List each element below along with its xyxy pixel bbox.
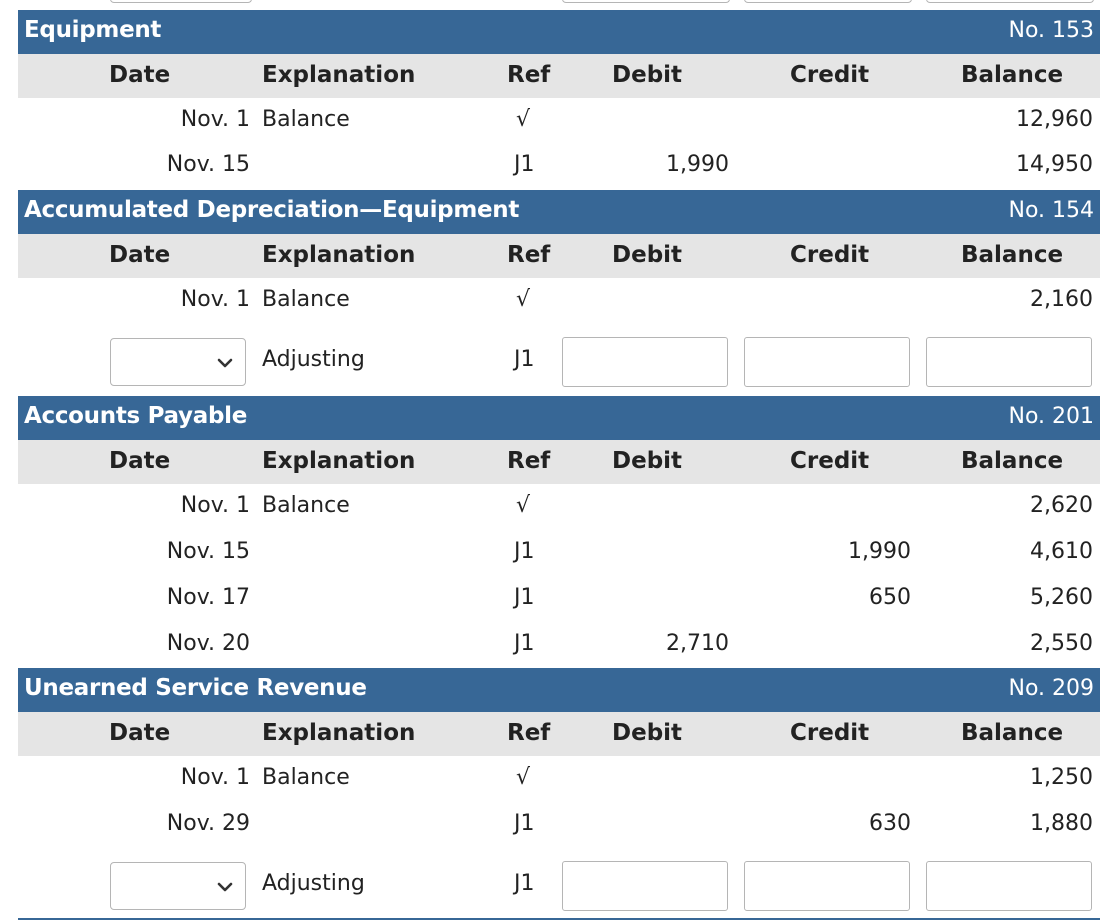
ledger-title-bar: Unearned Service Revenue No. 209: [18, 668, 1100, 712]
col-ref: Ref: [507, 242, 551, 268]
row-balance: 2,550: [1030, 631, 1093, 656]
col-date: Date: [109, 720, 171, 746]
account-name: Accounts Payable: [24, 403, 248, 429]
row-ref: J1: [514, 539, 535, 564]
col-date: Date: [109, 62, 171, 88]
account-number: No. 201: [1008, 404, 1094, 429]
ledger-title-bar: Accounts Payable No. 201: [18, 396, 1100, 440]
col-ref: Ref: [507, 720, 551, 746]
row-credit: 1,990: [848, 539, 911, 564]
section-divider: [18, 918, 1100, 920]
row-balance: 1,250: [1030, 765, 1093, 790]
row-explanation: Balance: [262, 107, 350, 132]
row-date: Nov. 15: [166, 152, 250, 177]
row-ref: J1: [514, 585, 535, 610]
account-number: No. 209: [1008, 676, 1094, 701]
row-ref: J1: [514, 631, 535, 656]
account-number: No. 154: [1008, 198, 1094, 223]
debit-input[interactable]: [562, 337, 728, 387]
column-header-row: Date Explanation Ref Debit Credit Balanc…: [18, 712, 1100, 756]
col-credit: Credit: [790, 242, 870, 268]
col-explanation: Explanation: [262, 242, 416, 268]
row-balance: 4,610: [1030, 539, 1093, 564]
col-credit: Credit: [790, 62, 870, 88]
chevron-down-icon: [217, 882, 233, 892]
row-ref: J1: [514, 811, 535, 836]
row-ref: J1: [514, 871, 535, 896]
col-explanation: Explanation: [262, 448, 416, 474]
account-name: Unearned Service Revenue: [24, 675, 367, 701]
row-ref: √: [516, 287, 531, 312]
row-balance: 14,950: [1016, 152, 1093, 177]
row-balance: 2,160: [1030, 287, 1093, 312]
ledger-title-bar: Equipment No. 153: [18, 10, 1100, 54]
row-date: Nov. 17: [166, 585, 250, 610]
row-balance: 1,880: [1030, 811, 1093, 836]
ledger-title-bar: Accumulated Depreciation—Equipment No. 1…: [18, 190, 1100, 234]
row-explanation: Balance: [262, 765, 350, 790]
row-date: Nov. 1: [180, 107, 250, 132]
col-balance: Balance: [961, 62, 1064, 88]
chevron-down-icon: [217, 358, 233, 368]
balance-input[interactable]: [926, 337, 1092, 387]
column-header-row: Date Explanation Ref Debit Credit Balanc…: [18, 234, 1100, 278]
credit-input[interactable]: [744, 861, 910, 911]
row-explanation: Balance: [262, 287, 350, 312]
credit-input[interactable]: [744, 337, 910, 387]
partial-balance-input[interactable]: [926, 0, 1094, 3]
row-date: Nov. 1: [180, 765, 250, 790]
col-ref: Ref: [507, 448, 551, 474]
row-credit: 630: [869, 811, 911, 836]
row-date: Nov. 20: [166, 631, 250, 656]
col-debit: Debit: [612, 242, 683, 268]
col-date: Date: [109, 448, 171, 474]
row-credit: 650: [869, 585, 911, 610]
column-header-row: Date Explanation Ref Debit Credit Balanc…: [18, 440, 1100, 484]
row-balance: 12,960: [1016, 107, 1093, 132]
partial-date-select[interactable]: [110, 0, 252, 3]
row-explanation: Adjusting: [262, 347, 365, 372]
column-header-row: Date Explanation Ref Debit Credit Balanc…: [18, 54, 1100, 98]
col-date: Date: [109, 242, 171, 268]
row-balance: 5,260: [1030, 585, 1093, 610]
col-ref: Ref: [507, 62, 551, 88]
date-select[interactable]: [110, 338, 246, 386]
account-number: No. 153: [1008, 18, 1094, 43]
row-date: Nov. 15: [166, 539, 250, 564]
row-explanation: Adjusting: [262, 871, 365, 896]
row-ref: √: [516, 765, 531, 790]
col-balance: Balance: [961, 720, 1064, 746]
col-debit: Debit: [612, 62, 683, 88]
col-debit: Debit: [612, 720, 683, 746]
row-date: Nov. 1: [180, 287, 250, 312]
row-date: Nov. 29: [166, 811, 250, 836]
row-debit: 1,990: [666, 152, 729, 177]
debit-input[interactable]: [562, 861, 728, 911]
account-name: Accumulated Depreciation—Equipment: [24, 197, 520, 223]
row-ref: J1: [514, 347, 535, 372]
row-debit: 2,710: [666, 631, 729, 656]
col-explanation: Explanation: [262, 62, 416, 88]
row-ref: J1: [514, 152, 535, 177]
col-credit: Credit: [790, 448, 870, 474]
balance-input[interactable]: [926, 861, 1092, 911]
partial-credit-input[interactable]: [744, 0, 912, 3]
col-balance: Balance: [961, 242, 1064, 268]
partial-debit-input[interactable]: [562, 0, 730, 3]
date-select[interactable]: [110, 862, 246, 910]
col-balance: Balance: [961, 448, 1064, 474]
account-name: Equipment: [24, 17, 162, 43]
row-explanation: Balance: [262, 493, 350, 518]
row-ref: √: [516, 107, 531, 132]
row-date: Nov. 1: [180, 493, 250, 518]
col-credit: Credit: [790, 720, 870, 746]
col-debit: Debit: [612, 448, 683, 474]
row-balance: 2,620: [1030, 493, 1093, 518]
col-explanation: Explanation: [262, 720, 416, 746]
row-ref: √: [516, 493, 531, 518]
